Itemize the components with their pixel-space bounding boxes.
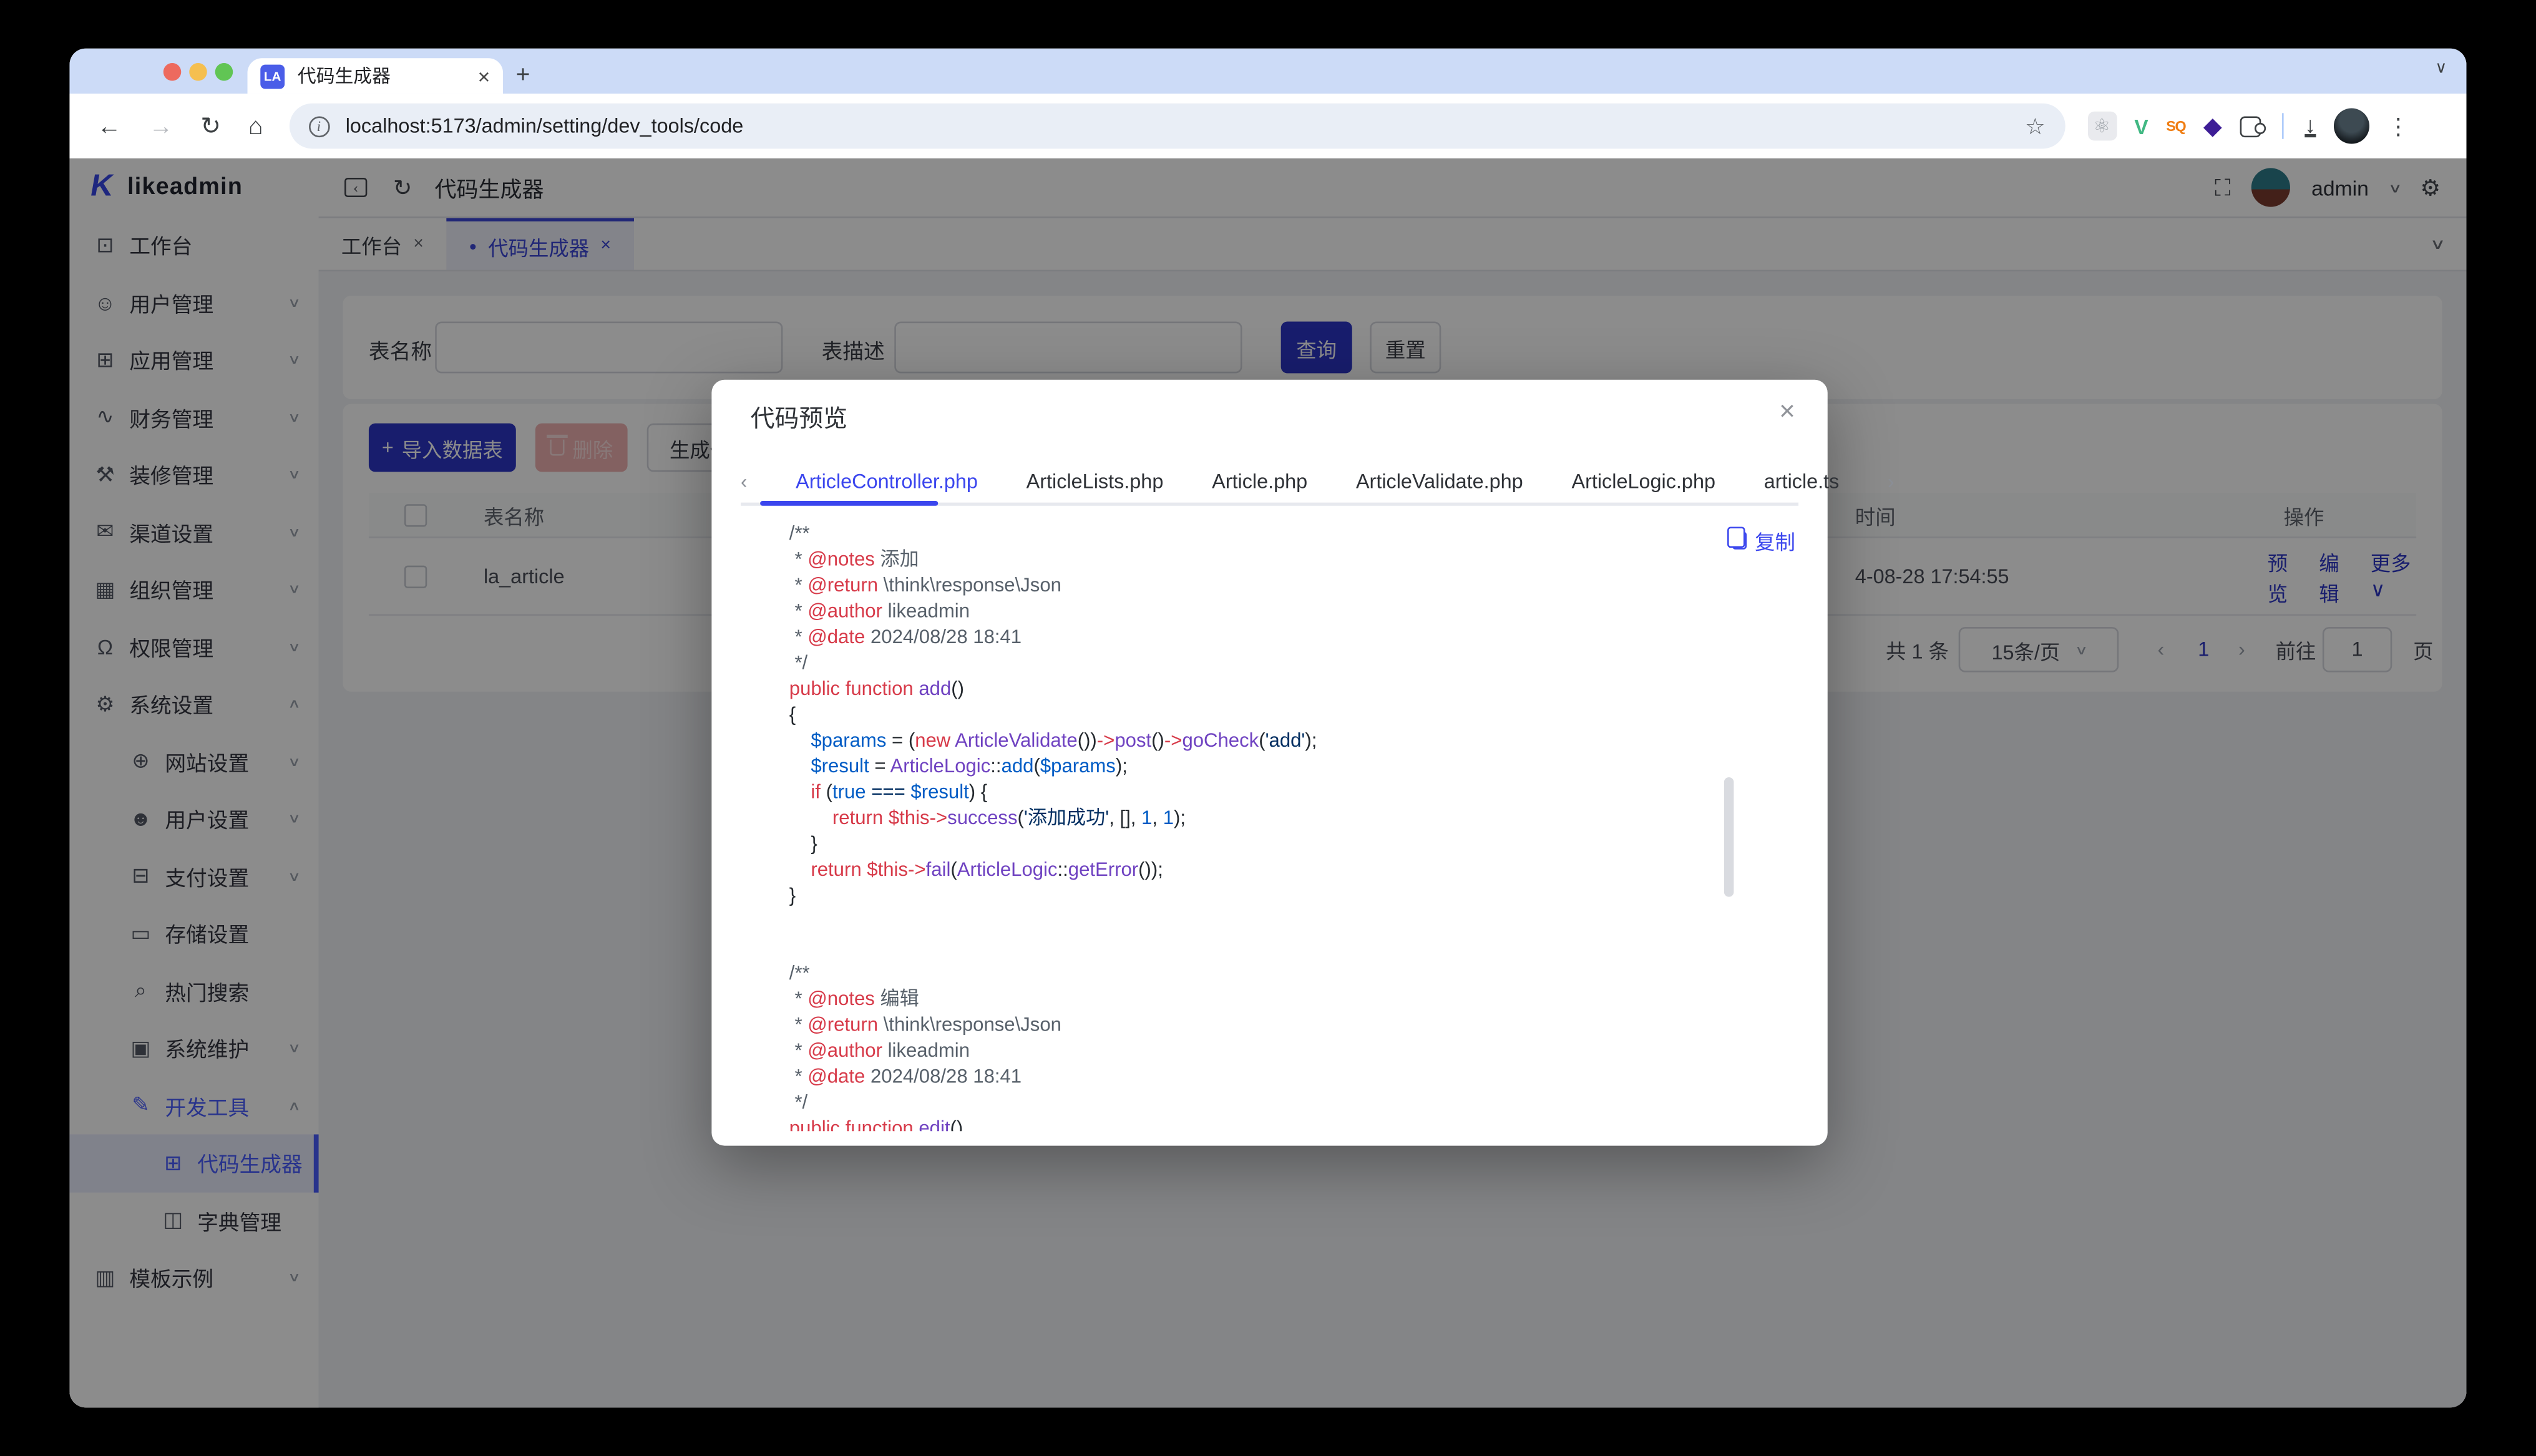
code-line: * @return \think\response\Json <box>789 572 1317 598</box>
code-preview-modal: 代码预览 × ‹ ArticleController.php ArticleLis… <box>711 380 1827 1146</box>
back-icon[interactable]: ← <box>97 112 122 140</box>
site-info-icon[interactable]: i <box>308 115 329 137</box>
web-page: K likeadmin ⊡工作台☺用户管理∨⊞应用管理∨∿财务管理∨⚒装修管理∨… <box>69 158 2466 1407</box>
browser-tab-strip: LA 代码生成器 × + ∨ <box>69 49 2466 94</box>
code-line: } <box>789 882 1317 908</box>
code-line <box>789 908 1317 934</box>
active-tab-underline <box>760 501 938 506</box>
code-line: * @notes 编辑 <box>789 986 1317 1011</box>
file-tab-articlecontroller-php[interactable]: ArticleController.php <box>796 470 978 493</box>
sq-extension-icon[interactable]: SQ <box>2166 119 2185 133</box>
file-tab-articlevalidate-php[interactable]: ArticleValidate.php <box>1356 470 1523 493</box>
browser-window: LA 代码生成器 × + ∨ ← → ↻ ⌂ i localhost:5173/… <box>69 49 2466 1408</box>
code-line: */ <box>789 649 1317 675</box>
file-tab-articlelists-php[interactable]: ArticleLists.php <box>1027 470 1164 493</box>
code-line: return $this->success('添加成功', [], 1, 1); <box>789 805 1317 830</box>
code-line: * @date 2024/08/28 18:41 <box>789 1063 1317 1089</box>
tab-favicon: LA <box>260 64 285 88</box>
toolbar-separator <box>2282 113 2284 138</box>
code-line: $params = (new ArticleValidate())->post(… <box>789 727 1317 753</box>
code-line: public function add() <box>789 676 1317 701</box>
window-zoom-button[interactable] <box>215 63 233 80</box>
extensions-puzzle-icon[interactable] <box>2240 115 2261 137</box>
code-block: /** * @notes 添加 * @return \think\respons… <box>789 520 1317 1131</box>
modal-title: 代码预览 <box>751 400 848 434</box>
file-tab-article-php[interactable]: Article.php <box>1212 470 1307 493</box>
code-line: return $this->fail(ArticleLogic::getErro… <box>789 857 1317 882</box>
copy-icon <box>1732 531 1747 549</box>
browser-menu-icon[interactable]: ⋮ <box>2387 112 2409 140</box>
copy-button[interactable]: 复制 <box>1732 525 1795 556</box>
window-close-button[interactable] <box>163 63 182 80</box>
browser-tab[interactable]: LA 代码生成器 × <box>248 58 504 94</box>
file-tab-list: ArticleController.php ArticleLists.php Art… <box>796 470 1839 493</box>
code-line: * @return \think\response\Json <box>789 1012 1317 1037</box>
code-line <box>789 934 1317 959</box>
tabs-scroll-right-icon[interactable]: › <box>1888 470 1894 493</box>
code-line: * @author likeadmin <box>789 1037 1317 1063</box>
address-bar[interactable]: i localhost:5173/admin/setting/dev_tools… <box>289 104 2065 149</box>
file-tab-articlelogic-php[interactable]: ArticleLogic.php <box>1571 470 1715 493</box>
vue-devtools-icon[interactable]: V <box>2134 115 2148 137</box>
code-scrollbar-thumb[interactable] <box>1724 777 1734 897</box>
modal-file-tabs: ‹ ArticleController.php ArticleLists.php A… <box>741 460 1798 502</box>
tabs-scroll-left-icon[interactable]: ‹ <box>741 470 747 493</box>
code-line: /** <box>789 960 1317 986</box>
code-line: if (true === $result) { <box>789 779 1317 805</box>
modal-close-icon[interactable]: × <box>1779 396 1795 429</box>
new-tab-button[interactable]: + <box>516 61 530 89</box>
react-devtools-icon[interactable]: ⚛ <box>2087 112 2117 141</box>
code-line: * @notes 添加 <box>789 546 1317 572</box>
reload-icon[interactable]: ↻ <box>200 112 221 141</box>
tab-close-icon[interactable]: × <box>478 64 490 88</box>
code-line: * @date 2024/08/28 18:41 <box>789 624 1317 649</box>
code-line: { <box>789 701 1317 727</box>
code-line: /** <box>789 520 1317 546</box>
code-line: $result = ArticleLogic::add($params); <box>789 753 1317 779</box>
tab-title: 代码生成器 <box>298 63 471 89</box>
window-minimize-button[interactable] <box>189 63 207 80</box>
bookmark-star-icon[interactable]: ☆ <box>2025 112 2046 140</box>
code-line: public function edit() <box>789 1115 1317 1131</box>
code-line: */ <box>789 1089 1317 1115</box>
diamond-extension-icon[interactable]: ◆ <box>2203 114 2222 138</box>
file-tab-article-ts[interactable]: article.ts <box>1764 470 1840 493</box>
url-text: localhost:5173/admin/setting/dev_tools/c… <box>346 115 2025 137</box>
home-icon[interactable]: ⌂ <box>248 112 263 140</box>
browser-toolbar: ← → ↻ ⌂ i localhost:5173/admin/setting/d… <box>69 94 2466 158</box>
forward-icon[interactable]: → <box>149 112 173 140</box>
tab-search-chevron-icon[interactable]: ∨ <box>2435 60 2447 77</box>
screenshot-stage: LA 代码生成器 × + ∨ ← → ↻ ⌂ i localhost:5173/… <box>0 0 2536 1456</box>
code-line: * @author likeadmin <box>789 598 1317 623</box>
extension-area: ⚛ V SQ ◆ ↓ ⋮ <box>2087 109 2409 144</box>
downloads-icon[interactable]: ↓ <box>2304 115 2316 137</box>
browser-profile-avatar[interactable] <box>2334 109 2369 144</box>
code-line: } <box>789 830 1317 856</box>
copy-label: 复制 <box>1755 525 1795 556</box>
code-viewport[interactable]: /** * @notes 添加 * @return \think\respons… <box>741 514 1798 1132</box>
